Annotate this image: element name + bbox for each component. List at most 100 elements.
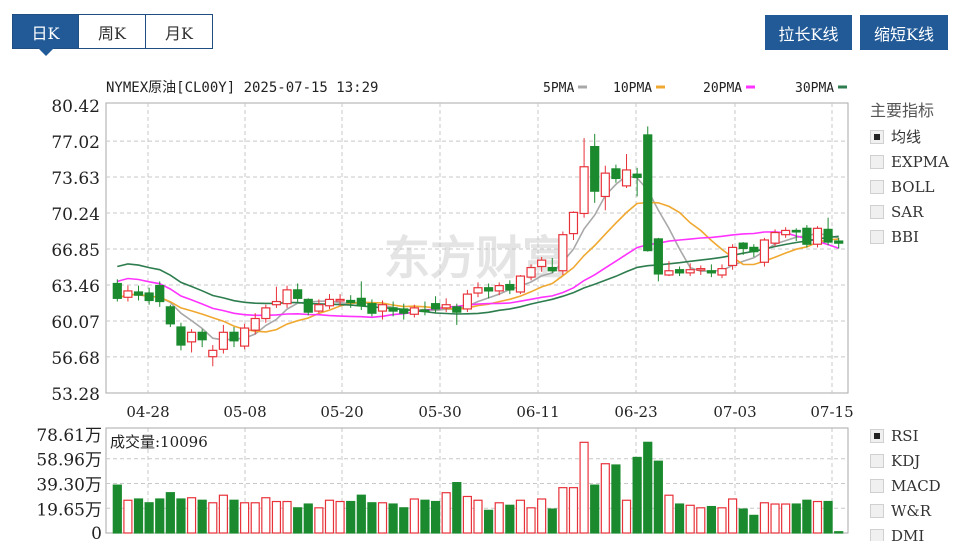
candle — [568, 211, 579, 240]
price-tick-label: 77.02 — [51, 133, 100, 153]
candle-body — [568, 211, 579, 235]
volume-tick-label: 58.96万 — [36, 451, 102, 471]
volume-bar — [515, 499, 526, 534]
candle-body — [377, 304, 388, 312]
volume-bar — [356, 494, 366, 534]
candle-body — [367, 303, 377, 314]
candle-body — [547, 266, 557, 272]
price-tick-label: 70.24 — [51, 205, 100, 225]
candle-body — [526, 266, 536, 278]
candle-body — [282, 289, 292, 305]
candle — [208, 345, 218, 367]
candle — [133, 285, 144, 301]
candle — [600, 165, 610, 211]
candle — [462, 289, 472, 313]
checkbox-ma[interactable] — [870, 129, 884, 144]
candle — [112, 279, 122, 302]
sub-indicator-list: RSI KDJ MACD W&R DMI — [870, 423, 941, 541]
candle-body — [558, 234, 568, 272]
volume-bar — [462, 495, 472, 534]
volume-bar — [420, 499, 430, 534]
indicator-expma-label: EXPMA — [891, 152, 949, 171]
indicator-expma[interactable]: EXPMA — [870, 149, 949, 174]
volume-bar — [314, 507, 324, 534]
candle — [271, 286, 282, 308]
volume-bar — [144, 502, 154, 534]
candle — [165, 304, 175, 327]
candle — [621, 154, 632, 188]
candle — [186, 329, 197, 353]
volume-bar — [728, 498, 738, 534]
volume-bar — [452, 482, 462, 534]
date-tick-label: 07-15 — [810, 403, 853, 421]
candle-body — [165, 306, 175, 325]
price-axis: 80.42 77.02 73.63 70.24 66.85 63.46 60.07 56.68… — [51, 97, 100, 405]
sub-indicator-wr[interactable]: W&R — [870, 498, 941, 523]
candle-body — [537, 259, 547, 268]
sub-indicator-kdj[interactable]: KDJ — [870, 448, 941, 473]
volume-bar — [282, 500, 292, 534]
price-tick-label: 60.07 — [51, 313, 100, 333]
price-grid — [106, 103, 848, 533]
candle — [197, 329, 207, 348]
checkbox-kdj[interactable] — [870, 453, 884, 468]
volume-bar — [218, 494, 228, 534]
candle — [781, 227, 791, 238]
candle-body — [812, 227, 823, 245]
volume-bar — [643, 441, 653, 534]
candle-body — [155, 285, 165, 303]
candle — [229, 326, 239, 348]
checkbox-boll[interactable] — [870, 179, 884, 194]
indicators-title: 主要指标 — [870, 101, 935, 120]
candle-body — [600, 172, 610, 198]
sub-indicator-dmi[interactable]: DMI — [870, 523, 941, 541]
legend-label-0: 5PMA — [543, 81, 574, 96]
volume-bar — [367, 502, 377, 534]
price-tick-label: 53.28 — [51, 385, 100, 405]
indicator-boll-label: BOLL — [891, 177, 935, 196]
kline-chart[interactable]: NYMEX原油[CL00Y] 2025-07-15 13:29 5PMA 10PM… — [0, 0, 973, 541]
indicator-bbi[interactable]: BBI — [870, 224, 949, 249]
candle-body — [314, 304, 324, 312]
candle-body — [240, 327, 250, 347]
volume-bar — [240, 502, 250, 534]
candle — [696, 265, 706, 275]
date-tick-label: 05-30 — [418, 403, 461, 421]
date-tick-label: 06-23 — [614, 403, 657, 421]
indicator-sar[interactable]: SAR — [870, 199, 949, 224]
volume-bar — [674, 503, 685, 534]
candle — [590, 133, 600, 203]
checkbox-expma[interactable] — [870, 154, 884, 169]
candle-body — [250, 317, 260, 331]
checkbox-macd[interactable] — [870, 478, 884, 493]
checkbox-wr[interactable] — [870, 503, 884, 518]
checkbox-bbi[interactable] — [870, 229, 884, 244]
indicator-ma[interactable]: 均线 — [870, 124, 949, 149]
indicator-ma-label: 均线 — [891, 128, 922, 146]
checkbox-sar[interactable] — [870, 204, 884, 219]
volume-bar — [738, 508, 748, 534]
volume-bar — [834, 531, 844, 534]
candle-body — [505, 283, 515, 291]
checkbox-rsi[interactable] — [870, 428, 884, 443]
volume-bar — [133, 498, 144, 534]
candle — [812, 226, 823, 248]
volume-bar — [621, 499, 632, 534]
volume-bar — [781, 503, 791, 534]
indicator-bbi-label: BBI — [891, 227, 919, 246]
candle — [653, 237, 663, 282]
indicator-sar-label: SAR — [891, 202, 924, 221]
candle-body — [515, 275, 526, 293]
indicator-boll[interactable]: BOLL — [870, 174, 949, 199]
volume-bar — [664, 494, 674, 534]
volume-tick-label: 78.61万 — [36, 426, 102, 446]
candle-body — [770, 231, 780, 244]
candle-body — [261, 307, 271, 320]
price-tick-label: 80.42 — [51, 97, 100, 117]
sub-indicator-macd[interactable]: MACD — [870, 473, 941, 498]
checkbox-dmi[interactable] — [870, 528, 884, 541]
candle — [643, 126, 653, 252]
volume-bar — [770, 503, 780, 534]
sub-indicator-rsi[interactable]: RSI — [870, 423, 941, 448]
volume-bar — [399, 507, 409, 534]
